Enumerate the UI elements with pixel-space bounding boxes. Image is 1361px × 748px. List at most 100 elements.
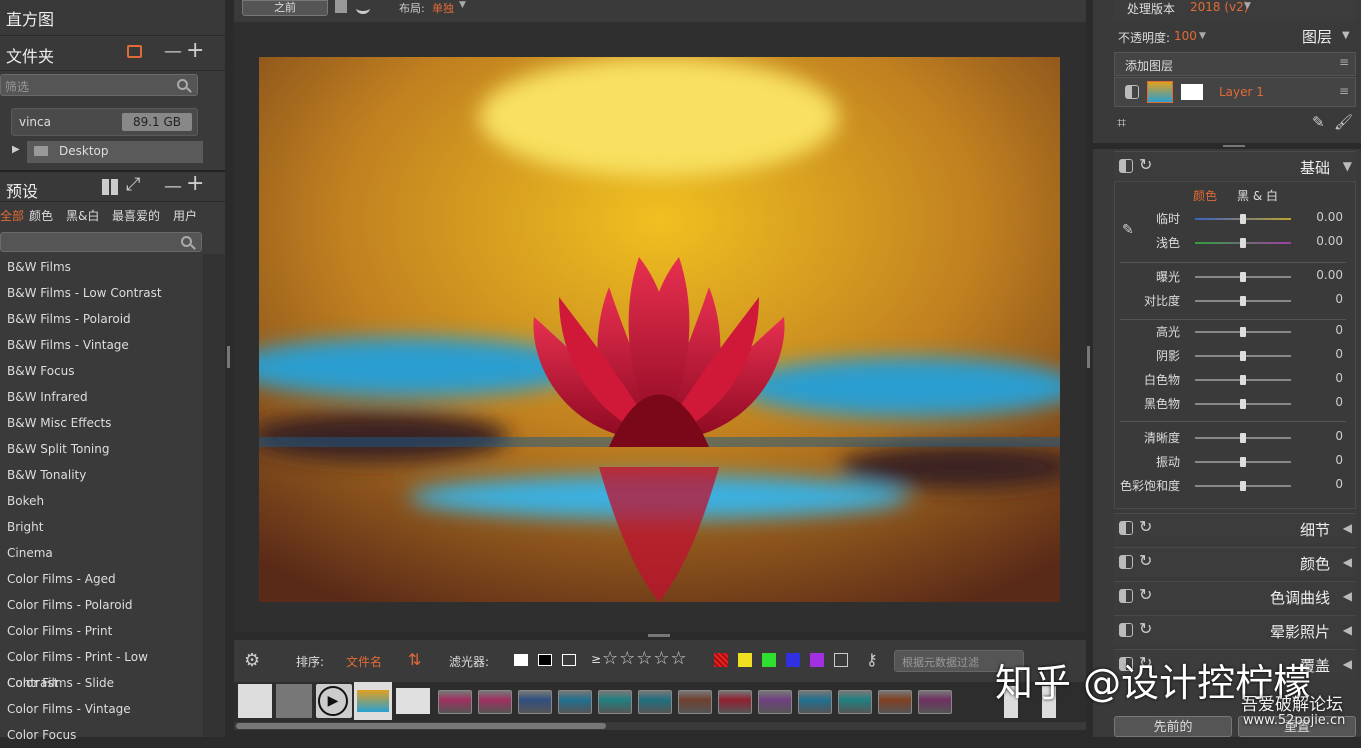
flag-icon[interactable] (514, 654, 528, 666)
chevron-down-icon[interactable]: ▼ (1244, 1, 1251, 11)
play-thumb[interactable]: ▶ (316, 684, 352, 718)
slider-knob[interactable] (1240, 214, 1246, 224)
presets-header[interactable]: 预设 ⤢ — + (0, 170, 225, 202)
slider[interactable] (1195, 399, 1291, 409)
slider-knob[interactable] (1240, 375, 1246, 385)
slider[interactable] (1195, 457, 1291, 467)
thumb[interactable] (598, 690, 632, 714)
thumb[interactable] (718, 690, 752, 714)
section-toggle-icon[interactable] (1119, 555, 1133, 569)
slider[interactable] (1195, 272, 1291, 282)
key-icon[interactable]: ⚷ (866, 650, 878, 669)
slider[interactable] (1195, 214, 1291, 224)
thumb[interactable] (678, 690, 712, 714)
image-viewer[interactable] (234, 22, 1086, 632)
section-header[interactable]: ↻ 颜色 ◀ (1114, 547, 1356, 577)
unflag-icon[interactable] (562, 654, 576, 666)
thumb[interactable] (878, 690, 912, 714)
preset-item[interactable]: B&W Films - Vintage (0, 332, 203, 358)
yellow-label[interactable] (738, 653, 752, 667)
tab-favorites[interactable]: 最喜爱的 (112, 207, 160, 224)
opacity-dropdown[interactable]: 100 (1174, 29, 1197, 43)
layer-toggle-icon[interactable] (1125, 85, 1139, 99)
blank-thumb[interactable] (276, 684, 312, 718)
tab-bw[interactable]: 黑 & 白 (1237, 187, 1278, 204)
slider[interactable] (1195, 375, 1291, 385)
slider-value[interactable]: 0 (1303, 477, 1343, 491)
chevron-left-icon[interactable]: ◀ (1343, 555, 1352, 569)
slider-knob[interactable] (1240, 327, 1246, 337)
thumb[interactable] (438, 690, 472, 714)
bottom-resize-handle[interactable] (648, 634, 670, 637)
version-dropdown[interactable]: 2018 (v2) (1190, 0, 1248, 14)
tab-color[interactable]: 颜色 (1193, 187, 1217, 204)
left-resize-handle[interactable] (227, 346, 230, 368)
filmstrip-scrollbar[interactable] (234, 722, 1086, 730)
expand-arrow-icon[interactable]: ▶ (12, 144, 20, 155)
collapse-minus-icon[interactable]: — (164, 178, 182, 196)
preset-item[interactable]: Color Films - Aged (0, 566, 203, 592)
thumb[interactable] (558, 690, 592, 714)
section-toggle-icon[interactable] (1119, 521, 1133, 535)
slider[interactable] (1195, 481, 1291, 491)
slider-value[interactable]: 0 (1303, 371, 1343, 385)
slider-value[interactable]: 0 (1303, 347, 1343, 361)
menu-icon[interactable]: ≡ (1339, 55, 1349, 69)
slider-knob[interactable] (1240, 433, 1246, 443)
preset-item[interactable]: B&W Films - Low Contrast (0, 280, 203, 306)
slider-knob[interactable] (1240, 238, 1246, 248)
preset-item[interactable]: Color Films - Polaroid (0, 592, 203, 618)
reject-flag-icon[interactable] (538, 654, 552, 666)
reset-icon[interactable]: ↻ (1139, 585, 1152, 604)
thumb[interactable] (838, 690, 872, 714)
slider-value[interactable]: 0 (1303, 395, 1343, 409)
chevron-left-icon[interactable]: ◀ (1343, 623, 1352, 637)
red-label[interactable] (714, 653, 728, 667)
compare-icon[interactable] (335, 0, 347, 13)
expand-icon[interactable]: ⤢ (126, 176, 140, 194)
reset-icon[interactable]: ↻ (1139, 155, 1152, 174)
chevron-left-icon[interactable]: ◀ (1343, 521, 1352, 535)
resize-handle[interactable] (1223, 145, 1245, 147)
chevron-left-icon[interactable]: ◀ (1343, 657, 1352, 671)
preset-search-input[interactable] (0, 232, 202, 252)
preset-item[interactable]: Bright (0, 514, 203, 540)
add-plus-icon[interactable]: + (186, 173, 204, 195)
preset-item[interactable]: B&W Infrared (0, 384, 203, 410)
scrollbar[interactable] (203, 254, 225, 737)
scrollbar-thumb[interactable] (236, 723, 606, 729)
section-toggle-icon[interactable] (1119, 159, 1133, 173)
sort-direction-icon[interactable]: ⇅ (408, 650, 421, 669)
section-header[interactable]: ↻ 细节 ◀ (1114, 513, 1356, 543)
slider[interactable] (1195, 327, 1291, 337)
layout-dropdown[interactable]: 单独 (432, 0, 454, 16)
chevron-down-icon[interactable]: ▼ (1342, 30, 1350, 41)
thumb[interactable] (396, 688, 430, 714)
add-layer-row[interactable]: 添加图层 ≡ (1114, 52, 1356, 76)
reset-icon[interactable]: ↻ (1139, 619, 1152, 638)
tab-user[interactable]: 用户 (173, 207, 197, 224)
reset-icon[interactable]: ↻ (1139, 551, 1152, 570)
green-label[interactable] (762, 653, 776, 667)
desktop-folder[interactable]: Desktop (27, 141, 203, 163)
drive-item[interactable]: vinca 89.1 GB (11, 108, 198, 136)
thumb[interactable] (638, 690, 672, 714)
light-icon[interactable] (356, 2, 370, 14)
chevron-down-icon[interactable]: ▼ (1199, 31, 1206, 41)
preset-item[interactable]: Color Films - Print - Low Contrast (0, 644, 203, 690)
preset-item[interactable]: B&W Misc Effects (0, 410, 203, 436)
basic-section-header[interactable]: ↻ 基础 ▼ (1114, 151, 1356, 180)
crop-icon[interactable]: ⌗ (1117, 113, 1126, 133)
chevron-left-icon[interactable]: ◀ (1343, 589, 1352, 603)
preset-item[interactable]: B&W Tonality (0, 462, 203, 488)
collapse-minus-icon[interactable]: — (164, 43, 182, 61)
brush-icon[interactable]: 🖌 (1334, 113, 1353, 131)
thumb[interactable] (918, 690, 952, 714)
slider-value[interactable]: 0 (1303, 453, 1343, 467)
section-header[interactable]: ↻ 晕影照片 ◀ (1114, 615, 1356, 645)
slider-value[interactable]: 0 (1303, 429, 1343, 443)
before-button[interactable]: 之前 (242, 0, 328, 16)
no-label[interactable] (834, 653, 848, 667)
thumb[interactable] (518, 690, 552, 714)
slider-knob[interactable] (1240, 351, 1246, 361)
